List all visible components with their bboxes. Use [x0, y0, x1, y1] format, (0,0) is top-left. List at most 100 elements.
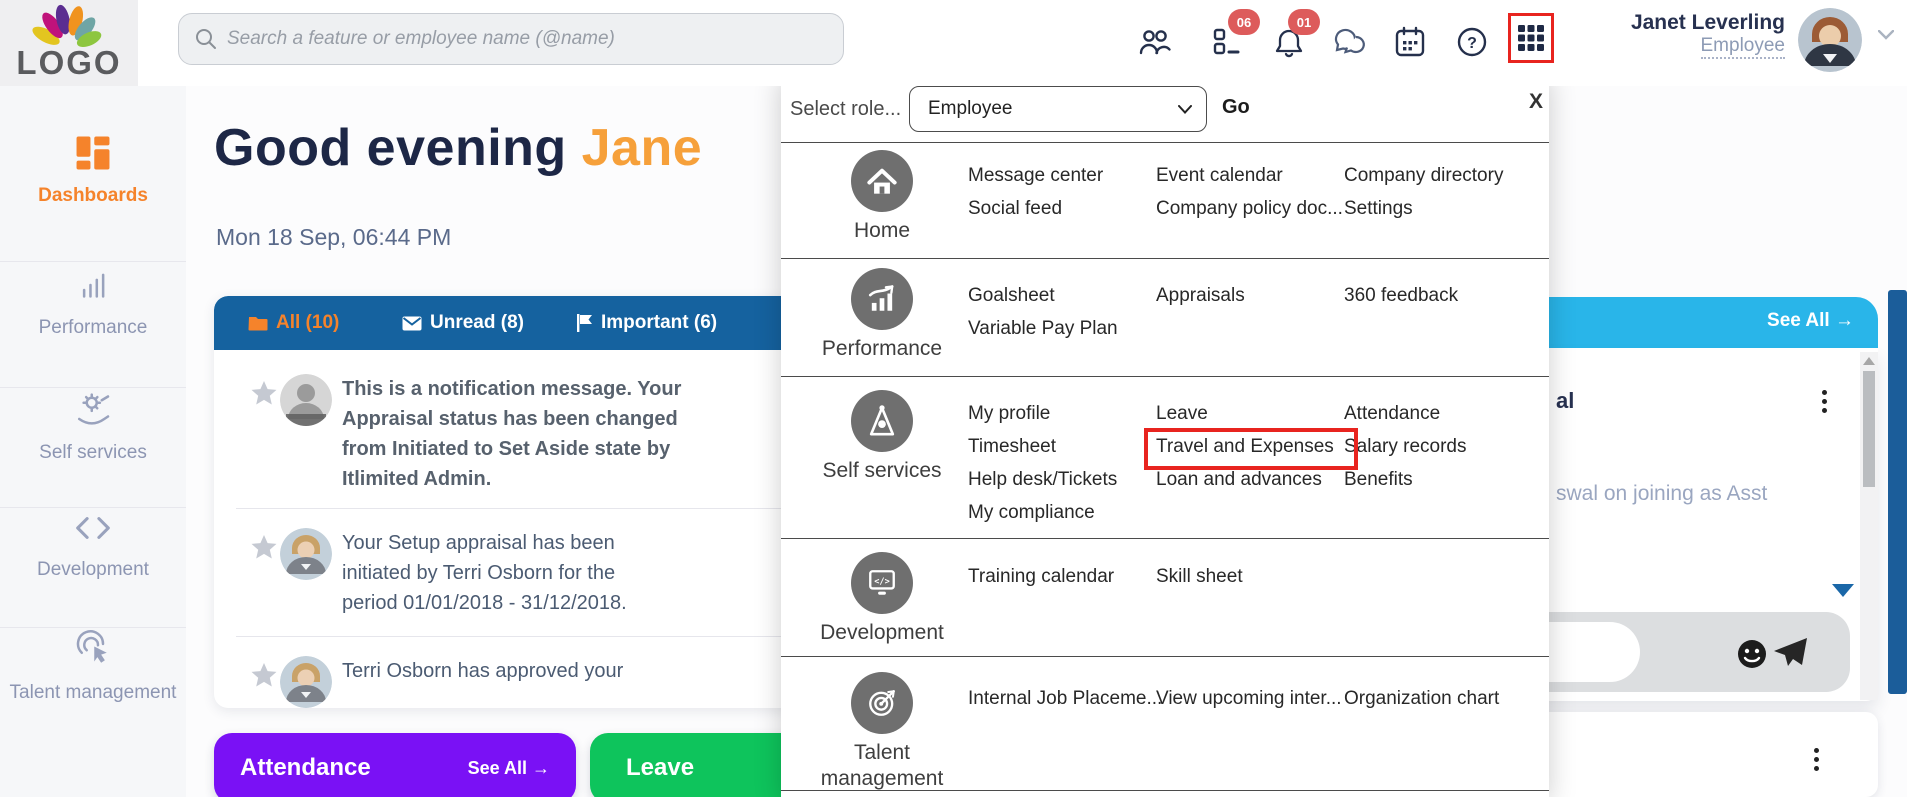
divider [781, 142, 1549, 143]
menu-link-360-feedback[interactable]: 360 feedback [1344, 285, 1458, 307]
divider [0, 507, 186, 508]
menu-link-timesheet[interactable]: Timesheet [968, 436, 1056, 458]
engagement-icon [73, 629, 113, 669]
go-button[interactable]: Go [1222, 96, 1250, 119]
divider [781, 656, 1549, 657]
folder-icon [248, 315, 268, 331]
menu-link-benefits[interactable]: Benefits [1344, 469, 1413, 491]
notification-text[interactable]: This is a notification message. Your App… [342, 374, 702, 494]
notification-text[interactable]: Terri Osborn has approved your [342, 656, 772, 686]
scrollbar-thumb[interactable] [1863, 371, 1875, 487]
sidebar-item-label: Self services [0, 442, 186, 464]
notifications-tab-bar: All (10) Unread (8) Important (6) [214, 296, 834, 350]
menu-link-attendance[interactable]: Attendance [1344, 403, 1440, 425]
kebab-menu-icon[interactable] [1822, 390, 1827, 413]
menu-link-skill-sheet[interactable]: Skill sheet [1156, 566, 1243, 588]
star-icon[interactable] [250, 380, 278, 407]
app-root: See All → al swal on joining as Asst Goo… [0, 0, 1907, 797]
app-logo[interactable]: LOGO [0, 0, 138, 86]
menu-link-company-policy[interactable]: Company policy doc... [1156, 198, 1343, 220]
tab-all-label: All (10) [276, 312, 339, 334]
emoji-icon[interactable] [1736, 638, 1768, 670]
chat-button[interactable] [1322, 13, 1380, 71]
menu-link-variable-pay-plan[interactable]: Variable Pay Plan [968, 318, 1118, 340]
talent-management-icon [851, 672, 913, 734]
travel-expenses-highlight [1144, 428, 1358, 470]
star-icon[interactable] [250, 662, 278, 689]
chevron-down-icon[interactable] [1878, 30, 1894, 40]
tab-important[interactable]: Important (6) [576, 296, 717, 350]
sidebar-item-development[interactable]: Development [0, 510, 186, 581]
menu-link-appraisals[interactable]: Appraisals [1156, 285, 1245, 307]
notifications-button[interactable]: 01 [1260, 13, 1318, 71]
close-icon[interactable]: X [1529, 90, 1543, 114]
sidebar-nav: Dashboards Performance Self services [0, 86, 186, 797]
kebab-menu-icon[interactable] [1814, 748, 1819, 771]
tasks-button[interactable]: 06 [1198, 13, 1256, 71]
sidebar-item-dashboards[interactable]: Dashboards [0, 134, 186, 207]
divider [781, 258, 1549, 259]
right-panel-scrollbar[interactable] [1860, 352, 1878, 700]
notifications-card: All (10) Unread (8) Important (6) [214, 296, 834, 708]
grid-menu-icon [1517, 24, 1545, 52]
menu-link-message-center[interactable]: Message center [968, 165, 1103, 187]
envelope-icon [402, 316, 422, 331]
menu-link-settings[interactable]: Settings [1344, 198, 1413, 220]
current-datetime: Mon 18 Sep, 06:44 PM [216, 224, 451, 251]
menu-link-company-directory[interactable]: Company directory [1344, 165, 1503, 187]
calendar-button[interactable] [1381, 13, 1439, 71]
menu-link-leave[interactable]: Leave [1156, 403, 1208, 425]
tab-unread[interactable]: Unread (8) [402, 296, 524, 350]
sidebar-item-talent-management[interactable]: Talent management [0, 629, 186, 704]
menu-link-salary-records[interactable]: Salary records [1344, 436, 1467, 458]
menu-link-internal-job-placement[interactable]: Internal Job Placeme... [968, 688, 1162, 710]
send-icon[interactable] [1772, 636, 1808, 668]
collapse-triangle-icon[interactable] [1832, 584, 1854, 597]
user-role[interactable]: Employee [1701, 35, 1786, 59]
attendance-card[interactable]: Attendance See All → [214, 733, 576, 797]
divider [236, 636, 812, 637]
menu-link-help-desk[interactable]: Help desk/Tickets [968, 469, 1117, 491]
greeting-username: Jane [582, 119, 703, 177]
user-menu[interactable]: Janet Leverling Employee [1580, 11, 1785, 59]
menu-link-my-profile[interactable]: My profile [968, 403, 1050, 425]
svg-text:</>: </> [874, 577, 890, 587]
leave-card-title: Leave [626, 754, 694, 782]
tab-all[interactable]: All (10) [248, 296, 339, 350]
divider [781, 790, 1549, 791]
menu-link-loan-and-advances[interactable]: Loan and advances [1156, 469, 1322, 491]
divider [236, 508, 812, 509]
section-talent-management-label: Talent management [811, 740, 953, 792]
logo-leaves-icon [26, 2, 112, 48]
menu-link-training-calendar[interactable]: Training calendar [968, 566, 1114, 588]
user-avatar[interactable] [1798, 8, 1862, 72]
menu-link-goalsheet[interactable]: Goalsheet [968, 285, 1055, 307]
right-panel-see-all-link[interactable]: See All → [1767, 310, 1854, 332]
apps-grid-button[interactable] [1508, 13, 1554, 63]
menu-link-social-feed[interactable]: Social feed [968, 198, 1062, 220]
sidebar-item-label: Talent management [0, 682, 186, 704]
divider [781, 376, 1549, 377]
star-icon[interactable] [250, 534, 278, 561]
menu-link-event-calendar[interactable]: Event calendar [1156, 165, 1283, 187]
divider [781, 538, 1549, 539]
notification-text[interactable]: Your Setup appraisal has been initiated … [342, 528, 672, 618]
divider [0, 627, 186, 628]
sidebar-item-performance[interactable]: Performance [0, 266, 186, 339]
menu-link-organization-chart[interactable]: Organization chart [1344, 688, 1499, 710]
chevron-down-icon [1178, 105, 1192, 114]
select-role-label: Select role... [790, 98, 901, 121]
sidebar-item-self-services[interactable]: Self services [0, 389, 186, 464]
employees-button[interactable] [1126, 13, 1184, 71]
attendance-see-all-link[interactable]: See All → [468, 758, 550, 779]
role-select[interactable]: Employee [909, 86, 1207, 132]
page-greeting: Good evening Jane [214, 118, 702, 178]
menu-link-view-upcoming-interviews[interactable]: View upcoming inter... [1156, 688, 1342, 710]
menu-link-my-compliance[interactable]: My compliance [968, 502, 1095, 524]
right-edge-panel-strip [1888, 290, 1907, 694]
help-button[interactable]: ? [1443, 13, 1501, 71]
scroll-up-icon[interactable] [1863, 357, 1875, 365]
hand-gear-icon [73, 389, 113, 429]
search-bar[interactable]: Search a feature or employee name (@name… [178, 13, 844, 65]
bar-chart-icon [74, 266, 112, 304]
